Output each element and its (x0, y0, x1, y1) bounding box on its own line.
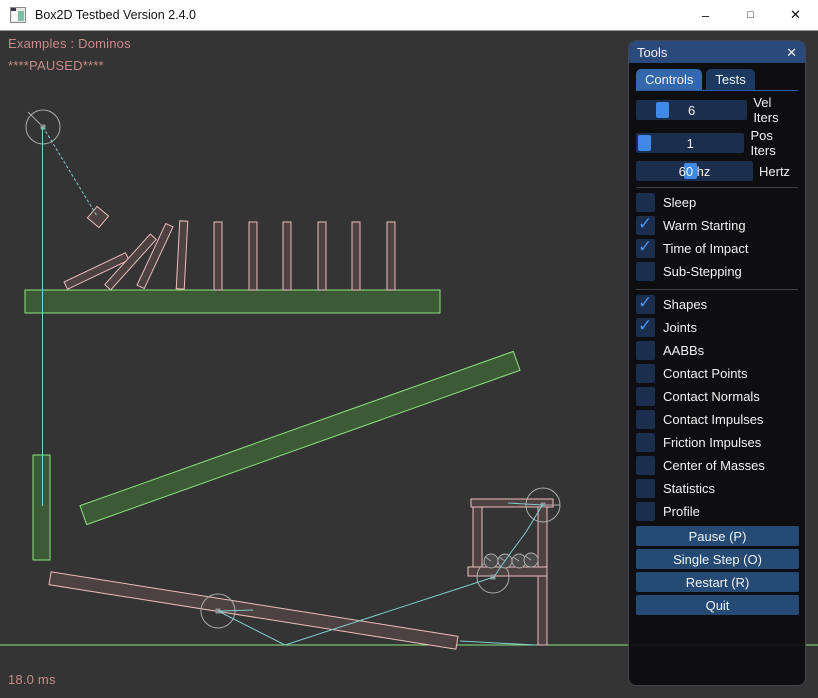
checkbox-label: Friction Impulses (663, 435, 761, 450)
checkbox-friction-impulses[interactable]: Friction Impulses (636, 431, 798, 454)
os-titlebar[interactable]: Box2D Testbed Version 2.4.0 – □ ✕ (0, 0, 818, 31)
checkbox-warm-starting[interactable]: Warm Starting (636, 214, 798, 237)
cradle-balls (484, 553, 538, 568)
checkbox-sub-stepping[interactable]: Sub-Stepping (636, 260, 798, 283)
checkbox-label: Profile (663, 504, 700, 519)
checkbox-time-of-impact[interactable]: Time of Impact (636, 237, 798, 260)
checkbox-label: Statistics (663, 481, 715, 496)
checkbox-label: Contact Points (663, 366, 748, 381)
checkbox-label: Sub-Stepping (663, 264, 742, 279)
slider-label: Pos Iters (750, 128, 798, 158)
separator (636, 187, 798, 188)
tab-controls[interactable]: Controls (636, 69, 702, 90)
checkbox-box[interactable] (636, 262, 655, 281)
checkbox-box[interactable] (636, 456, 655, 475)
slider-label: Hertz (759, 164, 790, 179)
checkbox-label: Joints (663, 320, 697, 335)
checkbox-box[interactable] (636, 479, 655, 498)
frame-left-post (473, 507, 482, 575)
checkbox-box[interactable] (636, 318, 655, 337)
standing-domino (214, 222, 222, 290)
slider-value: 1 (636, 133, 744, 153)
slider-row: 6 Vel Iters (636, 95, 798, 125)
checkbox-label: Center of Masses (663, 458, 765, 473)
pause-button[interactable]: Pause (P) (636, 526, 799, 546)
paused-label: ****PAUSED**** (8, 58, 104, 73)
standing-domino (318, 222, 326, 290)
slider-value: 60 hz (636, 161, 753, 181)
tools-panel-title: Tools (637, 45, 667, 60)
checkbox-sleep[interactable]: Sleep (636, 191, 798, 214)
close-button[interactable]: ✕ (773, 0, 818, 31)
checkbox-box[interactable] (636, 410, 655, 429)
restart-button[interactable]: Restart (R) (636, 572, 799, 592)
checkbox-box[interactable] (636, 387, 655, 406)
app-window: Examples : Dominos ****PAUSED**** 18.0 m… (0, 0, 818, 698)
checkbox-box[interactable] (636, 216, 655, 235)
checkbox-joints[interactable]: Joints (636, 316, 798, 339)
standing-domino (283, 222, 291, 290)
checkbox-label: Contact Impulses (663, 412, 763, 427)
pendulum-joint-line (43, 127, 97, 216)
frame-time-label: 18.0 ms (8, 672, 56, 687)
checkbox-box[interactable] (636, 193, 655, 212)
checkbox-box[interactable] (636, 502, 655, 521)
checkbox-shapes[interactable]: Shapes (636, 293, 798, 316)
single-step-button[interactable]: Single Step (O) (636, 549, 799, 569)
domino-platform (25, 290, 440, 313)
checkbox-box[interactable] (636, 433, 655, 452)
checkbox-contact-impulses[interactable]: Contact Impulses (636, 408, 798, 431)
vel-iters-slider[interactable]: 6 (636, 100, 747, 120)
tab-bar: Controls Tests (636, 69, 798, 91)
quit-button[interactable]: Quit (636, 595, 799, 615)
maximize-button[interactable]: □ (728, 0, 773, 31)
pos-iters-slider[interactable]: 1 (636, 133, 744, 153)
tab-tests[interactable]: Tests (706, 69, 754, 90)
window-controls: – □ ✕ (683, 0, 818, 31)
close-icon[interactable]: ✕ (786, 46, 797, 59)
minimize-button[interactable]: – (683, 0, 728, 31)
separator (636, 289, 798, 290)
standing-domino (352, 222, 360, 290)
checkbox-aabbs[interactable]: AABBs (636, 339, 798, 362)
pendulum-anchor-block (33, 455, 50, 560)
tilting-domino (176, 221, 188, 289)
checkbox-center-of-masses[interactable]: Center of Masses (636, 454, 798, 477)
tilted-green-plank (80, 351, 520, 524)
checkbox-label: Shapes (663, 297, 707, 312)
checkbox-box[interactable] (636, 295, 655, 314)
tools-panel-titlebar[interactable]: Tools ✕ (629, 41, 805, 63)
checkbox-label: Sleep (663, 195, 696, 210)
window-title: Box2D Testbed Version 2.4.0 (35, 8, 196, 22)
app-icon (10, 7, 26, 23)
slider-row: 60 hz Hertz (636, 161, 798, 181)
standing-domino (387, 222, 395, 290)
slider-label: Vel Iters (753, 95, 798, 125)
standing-domino (249, 222, 257, 290)
checkbox-statistics[interactable]: Statistics (636, 477, 798, 500)
slider-value: 6 (636, 100, 747, 120)
checkbox-label: Time of Impact (663, 241, 748, 256)
checkbox-label: Warm Starting (663, 218, 746, 233)
checkbox-box[interactable] (636, 341, 655, 360)
checkbox-label: Contact Normals (663, 389, 760, 404)
seesaw-plank (49, 572, 458, 649)
pendulum-bob (87, 206, 108, 227)
falling-domino (137, 223, 173, 288)
checkbox-box[interactable] (636, 364, 655, 383)
example-title-label: Examples : Dominos (8, 36, 131, 51)
checkbox-contact-points[interactable]: Contact Points (636, 362, 798, 385)
checkbox-contact-normals[interactable]: Contact Normals (636, 385, 798, 408)
tools-panel-body: Controls Tests 6 Vel Iters 1 Pos Iters (629, 63, 805, 615)
tools-panel: Tools ✕ Controls Tests 6 Vel Iters 1 P (628, 40, 806, 686)
hertz-slider[interactable]: 60 hz (636, 161, 753, 181)
checkbox-box[interactable] (636, 239, 655, 258)
slider-row: 1 Pos Iters (636, 128, 798, 158)
checkbox-profile[interactable]: Profile (636, 500, 798, 523)
checkbox-label: AABBs (663, 343, 704, 358)
